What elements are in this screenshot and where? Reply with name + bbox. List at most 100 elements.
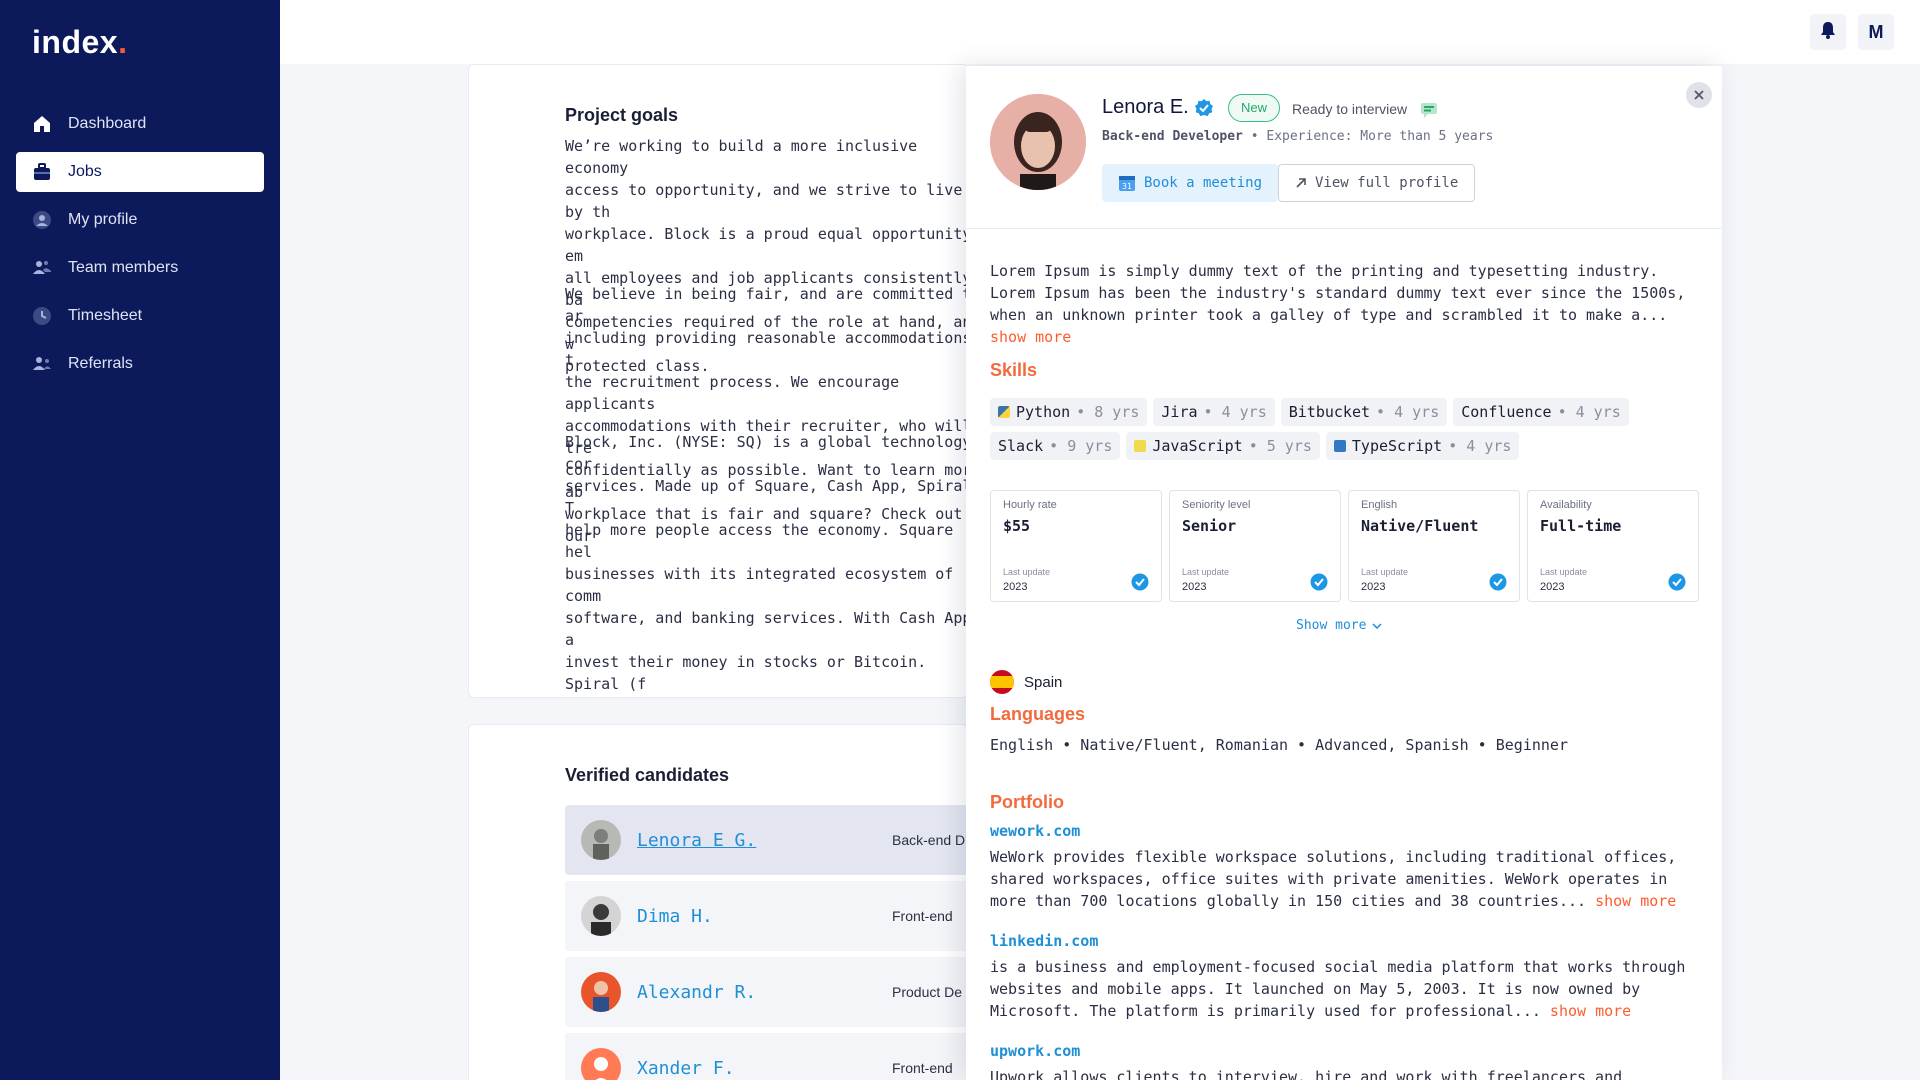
skill-chip: Slack • 9 yrs (990, 432, 1121, 460)
home-icon (32, 114, 52, 134)
spain-flag-icon (990, 670, 1014, 694)
brand-logo[interactable]: index. (32, 24, 127, 61)
top-bar: M (280, 0, 1920, 64)
new-badge: New (1228, 94, 1281, 122)
sidebar-nav: Dashboard Jobs My profile Team members T… (16, 104, 264, 392)
verified-candidates-card: Verified candidates Lenora E G. Back-end… (468, 724, 968, 1080)
sidebar-item-label: My profile (68, 211, 138, 228)
skills-title: Skills (990, 360, 1038, 380)
skill-chip: Bitbucket • 4 yrs (1280, 398, 1448, 426)
candidate-row[interactable]: Dima H. Front-end (565, 881, 967, 951)
candidate-subline: Back-end Developer • Experience: More th… (1102, 129, 1494, 144)
candidate-profile-panel: Lenora E. New Ready to interview Back-en… (966, 66, 1722, 1080)
candidate-name-link[interactable]: Xander F. (637, 1058, 892, 1079)
sidebar-item-label: Referrals (68, 355, 133, 372)
section-title: Verified candidates (565, 765, 730, 785)
verified-icon (1489, 573, 1507, 596)
notifications-button[interactable] (1810, 14, 1846, 50)
close-icon (1694, 87, 1704, 103)
referrals-icon (32, 354, 52, 374)
candidate-row[interactable]: Alexandr R. Product De (565, 957, 967, 1027)
candidate-name-link[interactable]: Dima H. (637, 906, 892, 927)
python-icon (998, 406, 1010, 418)
svg-text:31: 31 (1122, 182, 1132, 191)
skill-chip: Confluence • 4 yrs (1453, 398, 1629, 426)
briefcase-icon (32, 162, 52, 182)
portfolio-show-more-link[interactable]: show more (1595, 892, 1676, 910)
verified-icon (1194, 98, 1213, 117)
portfolio-show-more-link[interactable]: show more (1550, 1002, 1631, 1020)
skill-chip: JavaScript • 5 yrs (1126, 432, 1320, 460)
stat-card-seniority: Seniority level Senior Last update 2023 (1169, 490, 1341, 602)
user-icon (32, 210, 52, 230)
typescript-icon (1333, 440, 1346, 452)
sidebar-item-team-members[interactable]: Team members (16, 248, 264, 288)
team-icon (32, 258, 52, 278)
sidebar-item-label: Timesheet (68, 307, 143, 324)
stat-card-hourly-rate: Hourly rate $55 Last update 2023 (990, 490, 1162, 602)
skills-list: Python • 8 yrs Jira • 4 yrs Bitbucket • 4 y… (990, 398, 1710, 460)
section-title: Project goals (565, 105, 679, 125)
candidate-bio: Lorem Ipsum is simply dummy text of the … (990, 262, 1686, 346)
candidate-country: Spain (990, 670, 1062, 694)
portfolio-link[interactable]: upwork.com (990, 1042, 1080, 1060)
portfolio-description: is a business and employment-focused soc… (990, 958, 1686, 1020)
chat-icon (1419, 100, 1439, 118)
languages-title: Languages (990, 704, 1086, 724)
verified-icon (1668, 573, 1686, 596)
view-full-profile-button[interactable]: View full profile (1278, 164, 1476, 202)
candidate-role: Product De (892, 984, 963, 1000)
bio-show-more-link[interactable]: show more (990, 328, 1071, 346)
candidate-avatar (581, 820, 621, 860)
portfolio-link[interactable]: linkedin.com (990, 932, 1098, 950)
candidate-avatar (581, 896, 621, 936)
status-ready: Ready to interview (1292, 100, 1439, 118)
candidate-avatar (581, 972, 621, 1012)
candidate-photo (990, 94, 1086, 190)
stat-card-english: English Native/Fluent Last update 2023 (1348, 490, 1520, 602)
portfolio-description: WeWork provides flexible workspace solut… (990, 848, 1677, 910)
verified-icon (1131, 573, 1149, 596)
candidate-avatar (581, 1048, 621, 1080)
portfolio-description: Upwork allows clients to interview, hire… (990, 1068, 1623, 1080)
candidate-row[interactable]: Xander F. Front-end (565, 1033, 967, 1080)
candidate-role: Front-end (892, 1060, 953, 1076)
show-more-button[interactable]: Show more (1296, 618, 1382, 633)
languages-list: English • Native/Fluent, Romanian • Adva… (990, 736, 1568, 754)
avatar-initial: M (1868, 21, 1884, 42)
clock-icon (32, 306, 52, 326)
portfolio-link[interactable]: wework.com (990, 822, 1080, 840)
close-panel-button[interactable] (1686, 82, 1712, 108)
candidate-name: Lenora E. (1102, 96, 1213, 119)
sidebar-item-referrals[interactable]: Referrals (16, 344, 264, 384)
sidebar-item-label: Dashboard (68, 115, 147, 132)
javascript-icon (1134, 440, 1147, 452)
sidebar-item-label: Jobs (68, 163, 102, 180)
sidebar-item-my-profile[interactable]: My profile (16, 200, 264, 240)
candidate-name-link[interactable]: Lenora E G. (637, 830, 892, 851)
skill-chip: Python • 8 yrs (990, 398, 1148, 426)
calendar-icon: 31 (1118, 174, 1136, 192)
candidate-name-link[interactable]: Alexandr R. (637, 982, 892, 1003)
stat-card-availability: Availability Full-time Last update 2023 (1527, 490, 1699, 602)
sidebar-item-dashboard[interactable]: Dashboard (16, 104, 264, 144)
sidebar-item-label: Team members (68, 259, 179, 276)
candidate-role: Back-end D (892, 832, 966, 848)
project-goals-card: Project goals We’re working to build a m… (468, 64, 968, 698)
book-meeting-button[interactable]: 31 Book a meeting (1102, 164, 1279, 202)
account-avatar-button[interactable]: M (1858, 14, 1894, 50)
candidate-role: Front-end (892, 908, 953, 924)
divider (966, 228, 1722, 229)
external-arrow-icon (1295, 177, 1307, 189)
candidate-row[interactable]: Lenora E G. Back-end D (565, 805, 967, 875)
job-paragraph: Block, Inc. (NYSE: SQ) is a global techn… (565, 433, 968, 693)
skill-chip: Jira • 4 yrs (1153, 398, 1275, 426)
sidebar: index. Dashboard Jobs My profile Team me… (0, 0, 280, 1080)
bell-icon (1820, 21, 1836, 44)
portfolio-title: Portfolio (990, 792, 1064, 812)
sidebar-item-jobs[interactable]: Jobs (16, 152, 264, 192)
chevron-down-icon (1372, 622, 1382, 629)
verified-icon (1310, 573, 1328, 596)
sidebar-item-timesheet[interactable]: Timesheet (16, 296, 264, 336)
skill-chip: TypeScript • 4 yrs (1325, 432, 1520, 460)
